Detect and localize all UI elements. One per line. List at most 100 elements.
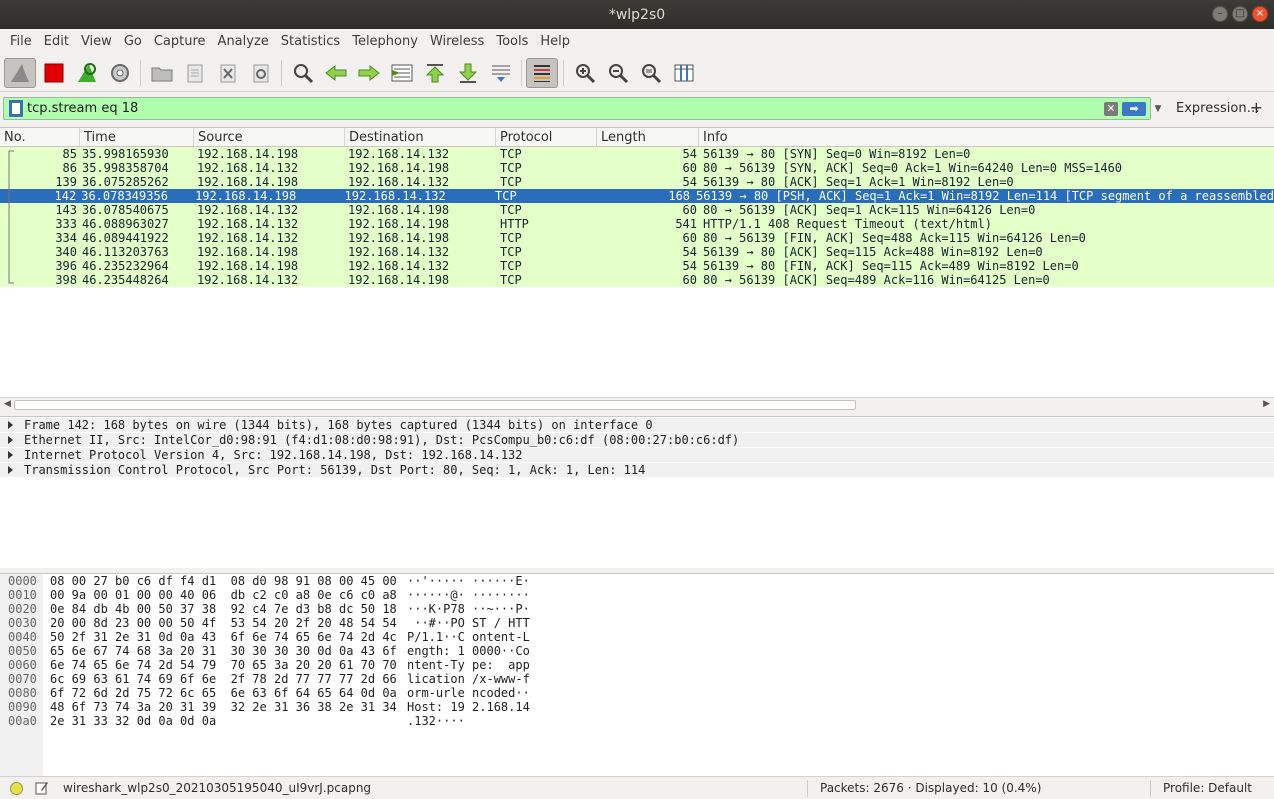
byte-offset: 0070 (8, 672, 37, 686)
detail-text: Internet Protocol Version 4, Src: 192.16… (24, 448, 523, 462)
byte-ascii[interactable]: .132···· (407, 714, 465, 728)
menu-capture[interactable]: Capture (148, 34, 212, 49)
byte-hex[interactable]: 6e 74 65 6e 74 2d 54 79 70 65 3a 20 20 6… (50, 658, 397, 672)
column-header-no[interactable]: No. (0, 128, 80, 146)
start-capture-button[interactable] (4, 57, 36, 88)
capture-comment-icon[interactable] (35, 781, 49, 795)
expand-arrow-icon[interactable] (8, 421, 13, 429)
go-back-button[interactable] (319, 57, 352, 89)
find-packet-button[interactable] (286, 57, 319, 89)
menu-edit[interactable]: Edit (38, 34, 75, 49)
byte-ascii[interactable]: P/1.1··C ontent-L (407, 630, 530, 644)
byte-hex[interactable]: 48 6f 73 74 3a 20 31 39 32 2e 31 36 38 2… (50, 700, 397, 714)
open-file-button[interactable] (145, 57, 178, 89)
close-file-button[interactable] (211, 57, 244, 89)
expand-arrow-icon[interactable] (8, 436, 13, 444)
display-filter-text[interactable]: tcp.stream eq 18 (27, 101, 1104, 116)
expand-arrow-icon[interactable] (8, 451, 13, 459)
minimize-button[interactable]: – (1212, 6, 1228, 22)
byte-ascii[interactable]: ength: 1 0000··Co (407, 644, 530, 658)
byte-hex[interactable]: 6c 69 63 61 74 69 6f 6e 2f 78 2d 77 77 7… (50, 672, 397, 686)
byte-ascii[interactable]: ··#··PO ST / HTT (407, 616, 530, 630)
byte-ascii[interactable]: ······@· ········ (407, 588, 530, 602)
clear-filter-icon[interactable]: ✕ (1104, 101, 1118, 116)
column-header-protocol[interactable]: Protocol (496, 128, 597, 146)
zoom-out-button[interactable] (601, 57, 634, 89)
column-header-destination[interactable]: Destination (345, 128, 496, 146)
display-filter-input[interactable]: tcp.stream eq 18 ✕ ➡ (3, 97, 1151, 120)
packet-row[interactable]: 334 46.089441922 192.168.14.132 192.168.14.… (0, 231, 1274, 245)
menu-view[interactable]: View (75, 34, 118, 49)
zoom-in-button[interactable] (568, 57, 601, 89)
menu-tools[interactable]: Tools (490, 34, 534, 49)
zoom-reset-button[interactable] (634, 57, 667, 89)
save-file-button[interactable] (178, 57, 211, 89)
resize-columns-button[interactable] (667, 57, 700, 89)
expand-arrow-icon[interactable] (8, 466, 13, 474)
menu-telephony[interactable]: Telephony (346, 34, 424, 49)
maximize-button[interactable]: □ (1232, 6, 1248, 22)
byte-hex[interactable]: 00 9a 00 01 00 00 40 06 db c2 c0 a8 0e c… (50, 588, 397, 602)
colorize-button[interactable] (526, 57, 558, 88)
byte-hex[interactable]: 50 2f 31 2e 31 0d 0a 43 6f 6e 74 65 6e 7… (50, 630, 397, 644)
packet-row[interactable]: 333 46.088963027 192.168.14.132 192.168.14.… (0, 217, 1274, 231)
menu-help[interactable]: Help (534, 34, 576, 49)
packet-row[interactable]: 85 35.998165930 192.168.14.198 192.168.14.1… (0, 147, 1274, 161)
column-header-length[interactable]: Length (597, 128, 699, 146)
bookmark-icon[interactable] (9, 100, 23, 117)
menu-wireless[interactable]: Wireless (424, 34, 490, 49)
stop-capture-button[interactable] (37, 57, 70, 89)
packet-row[interactable]: 86 35.998358704 192.168.14.132 192.168.14.1… (0, 161, 1274, 175)
packet-list: 85 35.998165930 192.168.14.198 192.168.14.1… (0, 147, 1274, 397)
go-last-packet-button[interactable] (451, 57, 484, 89)
expert-info-led-icon[interactable] (10, 781, 23, 795)
detail-tree-item[interactable]: Internet Protocol Version 4, Src: 192.16… (0, 448, 1274, 462)
add-filter-button[interactable]: + (1250, 98, 1263, 117)
byte-ascii[interactable]: ··'····· ······E· (407, 574, 530, 588)
byte-hex[interactable]: 08 00 27 b0 c6 df f4 d1 08 d0 98 91 08 0… (50, 574, 397, 588)
filter-history-dropdown-icon[interactable]: ▼ (1151, 102, 1165, 116)
scrollbar-thumb[interactable] (14, 400, 856, 410)
byte-ascii[interactable]: ···K·P78 ··~···P· (407, 602, 530, 616)
scroll-right-icon[interactable]: ▶ (1263, 399, 1270, 409)
packet-row-selected[interactable]: 142 36.078349356 192.168.14.198 192.168.14.… (0, 189, 1274, 203)
column-header-time[interactable]: Time (80, 128, 194, 146)
go-to-packet-button[interactable] (385, 57, 418, 89)
byte-hex[interactable]: 20 00 8d 23 00 00 50 4f 53 54 20 2f 20 4… (50, 616, 397, 630)
restart-capture-button[interactable] (70, 57, 103, 89)
expression-button[interactable]: Expression… (1176, 101, 1260, 116)
profile-selector[interactable]: Profile: Default (1163, 781, 1252, 795)
detail-tree-item[interactable]: Ethernet II, Src: IntelCor_d0:98:91 (f4:… (0, 433, 1274, 447)
packet-row[interactable]: 396 46.235232964 192.168.14.198 192.168.14.… (0, 259, 1274, 273)
detail-tree-item[interactable]: Frame 142: 168 bytes on wire (1344 bits)… (0, 418, 1274, 432)
capture-options-button[interactable] (103, 57, 136, 89)
go-forward-button[interactable] (352, 57, 385, 89)
reload-file-button[interactable] (244, 57, 277, 89)
menu-file[interactable]: File (4, 34, 38, 49)
byte-hex[interactable]: 6f 72 6d 2d 75 72 6c 65 6e 63 6f 64 65 6… (50, 686, 397, 700)
byte-hex[interactable]: 0e 84 db 4b 00 50 37 38 92 c4 7e d3 b8 d… (50, 602, 397, 616)
column-header-source[interactable]: Source (194, 128, 345, 146)
close-button[interactable]: × (1252, 6, 1268, 22)
byte-ascii[interactable]: lication /x-www-f (407, 672, 530, 686)
column-header-info[interactable]: Info (699, 128, 1274, 146)
scroll-left-icon[interactable]: ◀ (4, 399, 11, 409)
apply-filter-icon[interactable]: ➡ (1122, 101, 1146, 116)
menu-go[interactable]: Go (118, 34, 148, 49)
byte-ascii[interactable]: Host: 19 2.168.14 (407, 700, 530, 714)
byte-ascii[interactable]: ntent-Ty pe: app (407, 658, 530, 672)
packet-row[interactable]: 143 36.078540675 192.168.14.132 192.168.14.… (0, 203, 1274, 217)
gear-icon (110, 63, 129, 82)
packet-row[interactable]: 139 36.075285262 192.168.14.198 192.168.14.… (0, 175, 1274, 189)
byte-ascii[interactable]: orm-urle ncoded·· (407, 686, 530, 700)
go-first-packet-button[interactable] (418, 57, 451, 89)
packet-row[interactable]: 398 46.235448264 192.168.14.132 192.168.14.… (0, 273, 1274, 287)
menu-statistics[interactable]: Statistics (275, 34, 346, 49)
auto-scroll-button[interactable] (484, 57, 517, 89)
packet-row[interactable]: 340 46.113203763 192.168.14.198 192.168.14.… (0, 245, 1274, 259)
menu-analyze[interactable]: Analyze (212, 34, 275, 49)
byte-hex[interactable]: 65 6e 67 74 68 3a 20 31 30 30 30 30 0d 0… (50, 644, 397, 658)
byte-hex[interactable]: 2e 31 33 32 0d 0a 0d 0a (50, 714, 216, 728)
packet-list-horizontal-scrollbar[interactable]: ◀ ▶ (0, 397, 1274, 412)
detail-tree-item[interactable]: Transmission Control Protocol, Src Port:… (0, 463, 1274, 477)
